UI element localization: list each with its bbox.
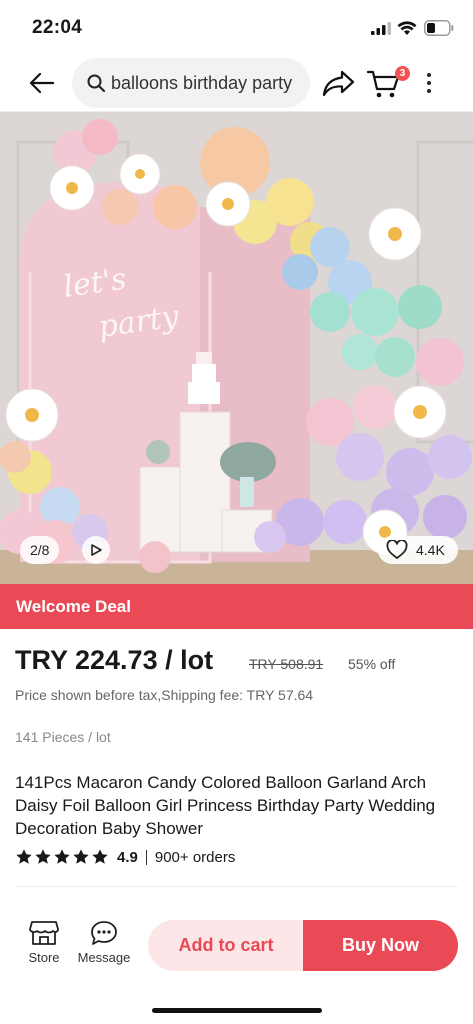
store-button[interactable]: Store xyxy=(22,920,66,968)
arrow-left-icon xyxy=(29,72,55,94)
heart-icon xyxy=(386,540,408,559)
divider xyxy=(15,886,458,887)
buy-now-button[interactable]: Buy Now xyxy=(303,920,458,971)
wishlist-count: 4.4K xyxy=(416,542,445,558)
image-pager: 2/8 xyxy=(20,536,60,564)
status-time: 22:04 xyxy=(32,17,83,38)
product-title: 141Pcs Macaron Candy Colored Balloon Gar… xyxy=(15,773,436,838)
orders-count: 900+ orders xyxy=(154,848,236,866)
top-nav: balloons birthday party 3 xyxy=(0,54,473,112)
status-bar: 22:04 xyxy=(0,0,473,54)
product-image-gallery[interactable]: let's party 2/8 4.4K xyxy=(0,112,473,584)
add-to-cart-button[interactable]: Add to cart xyxy=(148,920,304,971)
cellular-signal-icon xyxy=(371,22,391,35)
share-arrow-icon[interactable] xyxy=(322,68,356,98)
rating-separator xyxy=(145,849,147,865)
message-button[interactable]: Message xyxy=(75,920,133,968)
wifi-icon xyxy=(397,21,417,35)
star-icon xyxy=(92,849,108,864)
current-price: TRY 224.73 / lot xyxy=(15,645,214,675)
tax-shipping-note: Price shown before tax,Shipping fee: TRY… xyxy=(15,687,314,703)
welcome-deal-label: Welcome Deal xyxy=(16,597,131,616)
welcome-deal-banner: Welcome Deal xyxy=(0,584,473,629)
message-label: Message xyxy=(77,950,131,965)
search-input[interactable]: balloons birthday party xyxy=(72,58,310,108)
discount-label: 55% off xyxy=(348,656,396,672)
back-button[interactable] xyxy=(24,68,60,98)
search-query: balloons birthday party xyxy=(111,72,293,93)
rating-row[interactable]: 4.9 900+ orders xyxy=(15,846,235,868)
rating-stars xyxy=(15,848,109,866)
rating-value: 4.9 xyxy=(117,848,138,866)
play-icon xyxy=(91,544,102,556)
battery-icon xyxy=(424,20,454,36)
more-options-button[interactable] xyxy=(418,68,440,98)
cart-badge: 3 xyxy=(395,66,410,81)
pieces-per-lot: 141 Pieces / lot xyxy=(15,729,111,745)
original-price: TRY 508.91 xyxy=(249,656,324,672)
search-icon xyxy=(87,74,106,93)
product-photo: let's party xyxy=(0,112,473,584)
play-video-button[interactable] xyxy=(82,536,110,564)
star-icon xyxy=(35,849,51,864)
store-label: Store xyxy=(28,950,60,965)
wishlist-button[interactable]: 4.4K xyxy=(378,536,458,564)
more-vertical-icon xyxy=(427,73,431,77)
chat-bubble-icon xyxy=(91,921,117,945)
home-indicator xyxy=(152,1008,322,1013)
bottom-action-bar: Store Message Add to cart Buy Now xyxy=(0,900,473,1024)
star-icon xyxy=(73,849,89,864)
star-icon xyxy=(54,849,70,864)
store-icon xyxy=(29,921,59,945)
star-icon xyxy=(16,849,32,864)
